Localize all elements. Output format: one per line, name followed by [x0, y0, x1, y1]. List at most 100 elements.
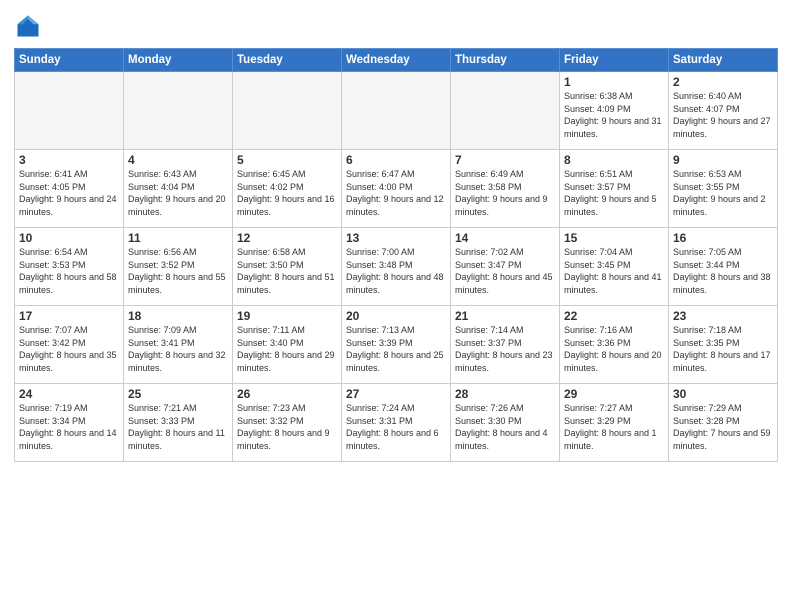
day-info: Sunrise: 6:40 AM Sunset: 4:07 PM Dayligh… — [673, 90, 773, 140]
col-header-monday: Monday — [124, 49, 233, 72]
day-number: 27 — [346, 387, 446, 401]
day-number: 21 — [455, 309, 555, 323]
day-number: 29 — [564, 387, 664, 401]
day-cell: 8Sunrise: 6:51 AM Sunset: 3:57 PM Daylig… — [560, 150, 669, 228]
day-cell — [15, 72, 124, 150]
day-info: Sunrise: 7:23 AM Sunset: 3:32 PM Dayligh… — [237, 402, 337, 452]
week-row-5: 24Sunrise: 7:19 AM Sunset: 3:34 PM Dayli… — [15, 384, 778, 462]
day-cell: 7Sunrise: 6:49 AM Sunset: 3:58 PM Daylig… — [451, 150, 560, 228]
col-header-wednesday: Wednesday — [342, 49, 451, 72]
day-info: Sunrise: 7:11 AM Sunset: 3:40 PM Dayligh… — [237, 324, 337, 374]
day-info: Sunrise: 6:43 AM Sunset: 4:04 PM Dayligh… — [128, 168, 228, 218]
day-cell: 12Sunrise: 6:58 AM Sunset: 3:50 PM Dayli… — [233, 228, 342, 306]
day-cell: 15Sunrise: 7:04 AM Sunset: 3:45 PM Dayli… — [560, 228, 669, 306]
day-info: Sunrise: 6:54 AM Sunset: 3:53 PM Dayligh… — [19, 246, 119, 296]
day-number: 14 — [455, 231, 555, 245]
day-info: Sunrise: 7:29 AM Sunset: 3:28 PM Dayligh… — [673, 402, 773, 452]
day-number: 26 — [237, 387, 337, 401]
day-info: Sunrise: 7:18 AM Sunset: 3:35 PM Dayligh… — [673, 324, 773, 374]
day-cell: 11Sunrise: 6:56 AM Sunset: 3:52 PM Dayli… — [124, 228, 233, 306]
week-row-3: 10Sunrise: 6:54 AM Sunset: 3:53 PM Dayli… — [15, 228, 778, 306]
day-cell: 17Sunrise: 7:07 AM Sunset: 3:42 PM Dayli… — [15, 306, 124, 384]
day-cell: 10Sunrise: 6:54 AM Sunset: 3:53 PM Dayli… — [15, 228, 124, 306]
day-info: Sunrise: 7:14 AM Sunset: 3:37 PM Dayligh… — [455, 324, 555, 374]
day-cell: 22Sunrise: 7:16 AM Sunset: 3:36 PM Dayli… — [560, 306, 669, 384]
day-info: Sunrise: 6:58 AM Sunset: 3:50 PM Dayligh… — [237, 246, 337, 296]
day-number: 30 — [673, 387, 773, 401]
day-info: Sunrise: 7:26 AM Sunset: 3:30 PM Dayligh… — [455, 402, 555, 452]
day-cell: 3Sunrise: 6:41 AM Sunset: 4:05 PM Daylig… — [15, 150, 124, 228]
day-info: Sunrise: 7:24 AM Sunset: 3:31 PM Dayligh… — [346, 402, 446, 452]
day-info: Sunrise: 7:21 AM Sunset: 3:33 PM Dayligh… — [128, 402, 228, 452]
day-cell — [342, 72, 451, 150]
day-number: 28 — [455, 387, 555, 401]
day-cell: 21Sunrise: 7:14 AM Sunset: 3:37 PM Dayli… — [451, 306, 560, 384]
day-cell: 13Sunrise: 7:00 AM Sunset: 3:48 PM Dayli… — [342, 228, 451, 306]
day-cell — [233, 72, 342, 150]
day-number: 17 — [19, 309, 119, 323]
day-number: 11 — [128, 231, 228, 245]
day-number: 22 — [564, 309, 664, 323]
day-info: Sunrise: 6:38 AM Sunset: 4:09 PM Dayligh… — [564, 90, 664, 140]
day-cell: 24Sunrise: 7:19 AM Sunset: 3:34 PM Dayli… — [15, 384, 124, 462]
day-info: Sunrise: 7:04 AM Sunset: 3:45 PM Dayligh… — [564, 246, 664, 296]
col-header-saturday: Saturday — [669, 49, 778, 72]
day-cell: 19Sunrise: 7:11 AM Sunset: 3:40 PM Dayli… — [233, 306, 342, 384]
day-number: 20 — [346, 309, 446, 323]
day-number: 25 — [128, 387, 228, 401]
day-number: 6 — [346, 153, 446, 167]
day-cell: 18Sunrise: 7:09 AM Sunset: 3:41 PM Dayli… — [124, 306, 233, 384]
day-info: Sunrise: 7:02 AM Sunset: 3:47 PM Dayligh… — [455, 246, 555, 296]
day-cell — [451, 72, 560, 150]
day-cell: 29Sunrise: 7:27 AM Sunset: 3:29 PM Dayli… — [560, 384, 669, 462]
day-cell — [124, 72, 233, 150]
day-number: 15 — [564, 231, 664, 245]
day-number: 13 — [346, 231, 446, 245]
day-cell: 2Sunrise: 6:40 AM Sunset: 4:07 PM Daylig… — [669, 72, 778, 150]
day-info: Sunrise: 7:00 AM Sunset: 3:48 PM Dayligh… — [346, 246, 446, 296]
day-cell: 6Sunrise: 6:47 AM Sunset: 4:00 PM Daylig… — [342, 150, 451, 228]
day-info: Sunrise: 7:13 AM Sunset: 3:39 PM Dayligh… — [346, 324, 446, 374]
day-number: 23 — [673, 309, 773, 323]
day-cell: 23Sunrise: 7:18 AM Sunset: 3:35 PM Dayli… — [669, 306, 778, 384]
day-cell: 20Sunrise: 7:13 AM Sunset: 3:39 PM Dayli… — [342, 306, 451, 384]
day-info: Sunrise: 7:09 AM Sunset: 3:41 PM Dayligh… — [128, 324, 228, 374]
day-number: 3 — [19, 153, 119, 167]
day-number: 1 — [564, 75, 664, 89]
day-number: 10 — [19, 231, 119, 245]
day-number: 8 — [564, 153, 664, 167]
day-info: Sunrise: 7:16 AM Sunset: 3:36 PM Dayligh… — [564, 324, 664, 374]
day-info: Sunrise: 7:07 AM Sunset: 3:42 PM Dayligh… — [19, 324, 119, 374]
week-row-1: 1Sunrise: 6:38 AM Sunset: 4:09 PM Daylig… — [15, 72, 778, 150]
day-number: 2 — [673, 75, 773, 89]
day-info: Sunrise: 7:05 AM Sunset: 3:44 PM Dayligh… — [673, 246, 773, 296]
day-cell: 30Sunrise: 7:29 AM Sunset: 3:28 PM Dayli… — [669, 384, 778, 462]
week-row-2: 3Sunrise: 6:41 AM Sunset: 4:05 PM Daylig… — [15, 150, 778, 228]
day-cell: 27Sunrise: 7:24 AM Sunset: 3:31 PM Dayli… — [342, 384, 451, 462]
col-header-tuesday: Tuesday — [233, 49, 342, 72]
day-cell: 25Sunrise: 7:21 AM Sunset: 3:33 PM Dayli… — [124, 384, 233, 462]
col-header-sunday: Sunday — [15, 49, 124, 72]
day-cell: 26Sunrise: 7:23 AM Sunset: 3:32 PM Dayli… — [233, 384, 342, 462]
day-info: Sunrise: 6:45 AM Sunset: 4:02 PM Dayligh… — [237, 168, 337, 218]
day-number: 12 — [237, 231, 337, 245]
calendar-table: SundayMondayTuesdayWednesdayThursdayFrid… — [14, 48, 778, 462]
day-cell: 4Sunrise: 6:43 AM Sunset: 4:04 PM Daylig… — [124, 150, 233, 228]
day-cell: 16Sunrise: 7:05 AM Sunset: 3:44 PM Dayli… — [669, 228, 778, 306]
day-cell: 28Sunrise: 7:26 AM Sunset: 3:30 PM Dayli… — [451, 384, 560, 462]
col-header-friday: Friday — [560, 49, 669, 72]
day-number: 4 — [128, 153, 228, 167]
logo — [14, 12, 46, 40]
day-number: 24 — [19, 387, 119, 401]
day-info: Sunrise: 6:47 AM Sunset: 4:00 PM Dayligh… — [346, 168, 446, 218]
day-number: 16 — [673, 231, 773, 245]
header-row: SundayMondayTuesdayWednesdayThursdayFrid… — [15, 49, 778, 72]
week-row-4: 17Sunrise: 7:07 AM Sunset: 3:42 PM Dayli… — [15, 306, 778, 384]
header — [14, 12, 778, 40]
day-cell: 5Sunrise: 6:45 AM Sunset: 4:02 PM Daylig… — [233, 150, 342, 228]
day-number: 9 — [673, 153, 773, 167]
day-number: 5 — [237, 153, 337, 167]
day-cell: 1Sunrise: 6:38 AM Sunset: 4:09 PM Daylig… — [560, 72, 669, 150]
day-info: Sunrise: 6:49 AM Sunset: 3:58 PM Dayligh… — [455, 168, 555, 218]
day-number: 18 — [128, 309, 228, 323]
